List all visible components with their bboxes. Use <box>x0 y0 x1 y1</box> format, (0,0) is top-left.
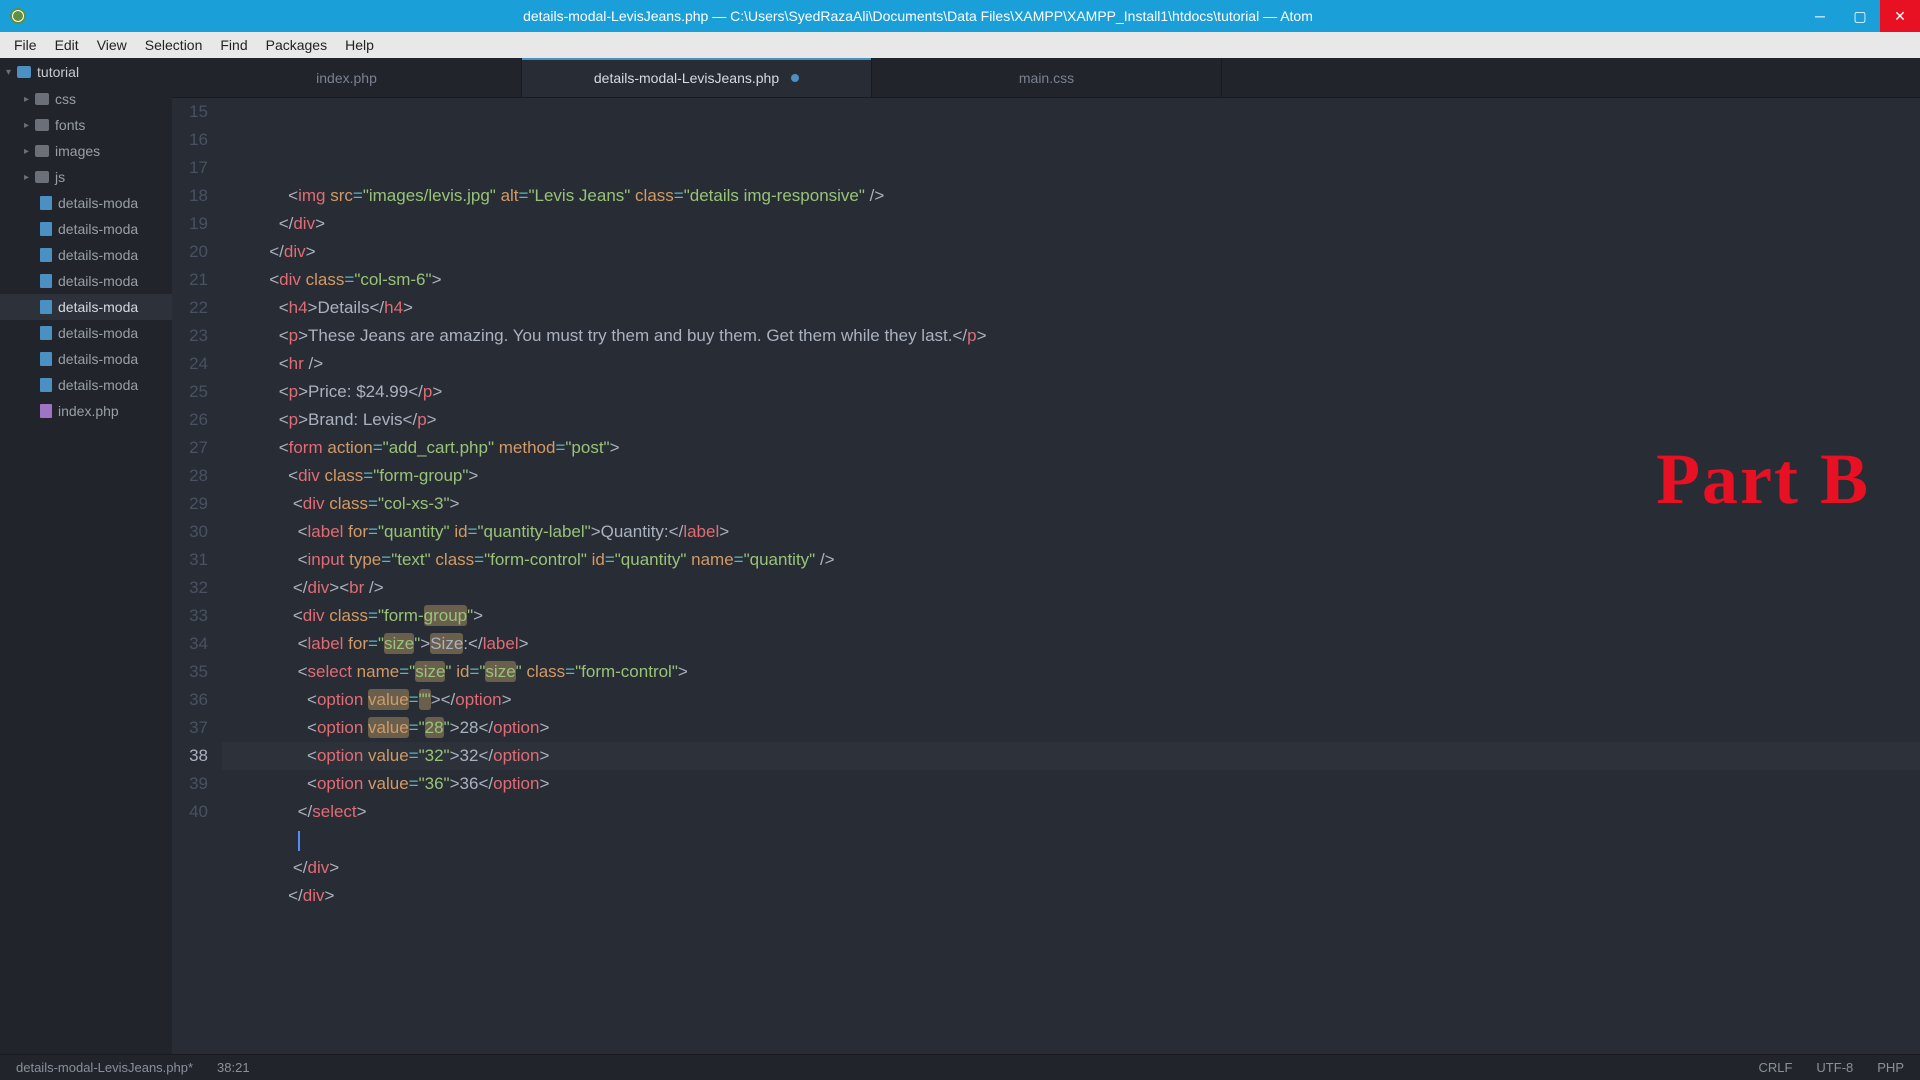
status-cursor-position[interactable]: 38:21 <box>217 1060 250 1075</box>
folder-icon <box>35 145 49 157</box>
file-icon <box>40 326 52 340</box>
file-icon <box>40 196 52 210</box>
file-item-index[interactable]: index.php <box>0 398 172 424</box>
file-icon <box>40 248 52 262</box>
file-item[interactable]: details-moda <box>0 346 172 372</box>
file-item[interactable]: details-moda <box>0 190 172 216</box>
code-content[interactable]: <img src="images/levis.jpg" alt="Levis J… <box>222 98 1920 1054</box>
project-root[interactable]: ▾ tutorial <box>0 58 172 86</box>
folder-css[interactable]: ▸css <box>0 86 172 112</box>
file-item[interactable]: details-moda <box>0 320 172 346</box>
chevron-down-icon: ▾ <box>6 67 11 78</box>
folder-icon <box>35 119 49 131</box>
close-button[interactable]: ✕ <box>1880 0 1920 32</box>
minimize-button[interactable]: ─ <box>1800 0 1840 32</box>
menu-bar: File Edit View Selection Find Packages H… <box>0 32 1920 58</box>
editor-tabs: index.php details-modal-LevisJeans.php m… <box>172 58 1920 98</box>
folder-icon <box>35 171 49 183</box>
file-icon <box>40 300 52 314</box>
unsaved-dot-icon <box>791 74 799 82</box>
file-item-active[interactable]: details-moda <box>0 294 172 320</box>
folder-images[interactable]: ▸images <box>0 138 172 164</box>
file-item[interactable]: details-moda <box>0 242 172 268</box>
file-icon <box>40 274 52 288</box>
status-grammar[interactable]: PHP <box>1877 1060 1904 1075</box>
chevron-right-icon: ▸ <box>24 172 29 183</box>
folder-icon <box>17 66 31 78</box>
folder-js[interactable]: ▸js <box>0 164 172 190</box>
status-encoding[interactable]: UTF-8 <box>1816 1060 1853 1075</box>
line-gutter: 1516171819202122232425262728293031323334… <box>172 98 222 1054</box>
menu-edit[interactable]: Edit <box>47 34 87 56</box>
file-icon <box>40 378 52 392</box>
menu-packages[interactable]: Packages <box>258 34 335 56</box>
code-editor[interactable]: 1516171819202122232425262728293031323334… <box>172 98 1920 1054</box>
chevron-right-icon: ▸ <box>24 120 29 131</box>
menu-selection[interactable]: Selection <box>137 34 211 56</box>
tab-index[interactable]: index.php <box>172 58 522 97</box>
chevron-right-icon: ▸ <box>24 94 29 105</box>
file-item[interactable]: details-moda <box>0 268 172 294</box>
folder-fonts[interactable]: ▸fonts <box>0 112 172 138</box>
status-line-ending[interactable]: CRLF <box>1758 1060 1792 1075</box>
app-icon <box>10 8 26 24</box>
window-title: details-modal-LevisJeans.php — C:\Users\… <box>36 8 1800 24</box>
menu-help[interactable]: Help <box>337 34 382 56</box>
file-icon <box>40 222 52 236</box>
overlay-watermark: Part B <box>1656 438 1870 521</box>
maximize-button[interactable]: ▢ <box>1840 0 1880 32</box>
menu-file[interactable]: File <box>6 34 45 56</box>
window-titlebar: details-modal-LevisJeans.php — C:\Users\… <box>0 0 1920 32</box>
file-item[interactable]: details-moda <box>0 216 172 242</box>
file-icon <box>40 404 52 418</box>
project-root-label: tutorial <box>37 64 79 80</box>
tab-main-css[interactable]: main.css <box>872 58 1222 97</box>
editor-pane: index.php details-modal-LevisJeans.php m… <box>172 58 1920 1054</box>
status-bar: details-modal-LevisJeans.php* 38:21 CRLF… <box>0 1054 1920 1080</box>
menu-view[interactable]: View <box>89 34 135 56</box>
file-icon <box>40 352 52 366</box>
file-tree-sidebar[interactable]: ▾ tutorial ▸css ▸fonts ▸images ▸js detai… <box>0 58 172 1054</box>
status-filename[interactable]: details-modal-LevisJeans.php* <box>16 1060 193 1075</box>
file-item[interactable]: details-moda <box>0 372 172 398</box>
chevron-right-icon: ▸ <box>24 146 29 157</box>
menu-find[interactable]: Find <box>212 34 255 56</box>
folder-icon <box>35 93 49 105</box>
tab-details-modal[interactable]: details-modal-LevisJeans.php <box>522 58 872 97</box>
